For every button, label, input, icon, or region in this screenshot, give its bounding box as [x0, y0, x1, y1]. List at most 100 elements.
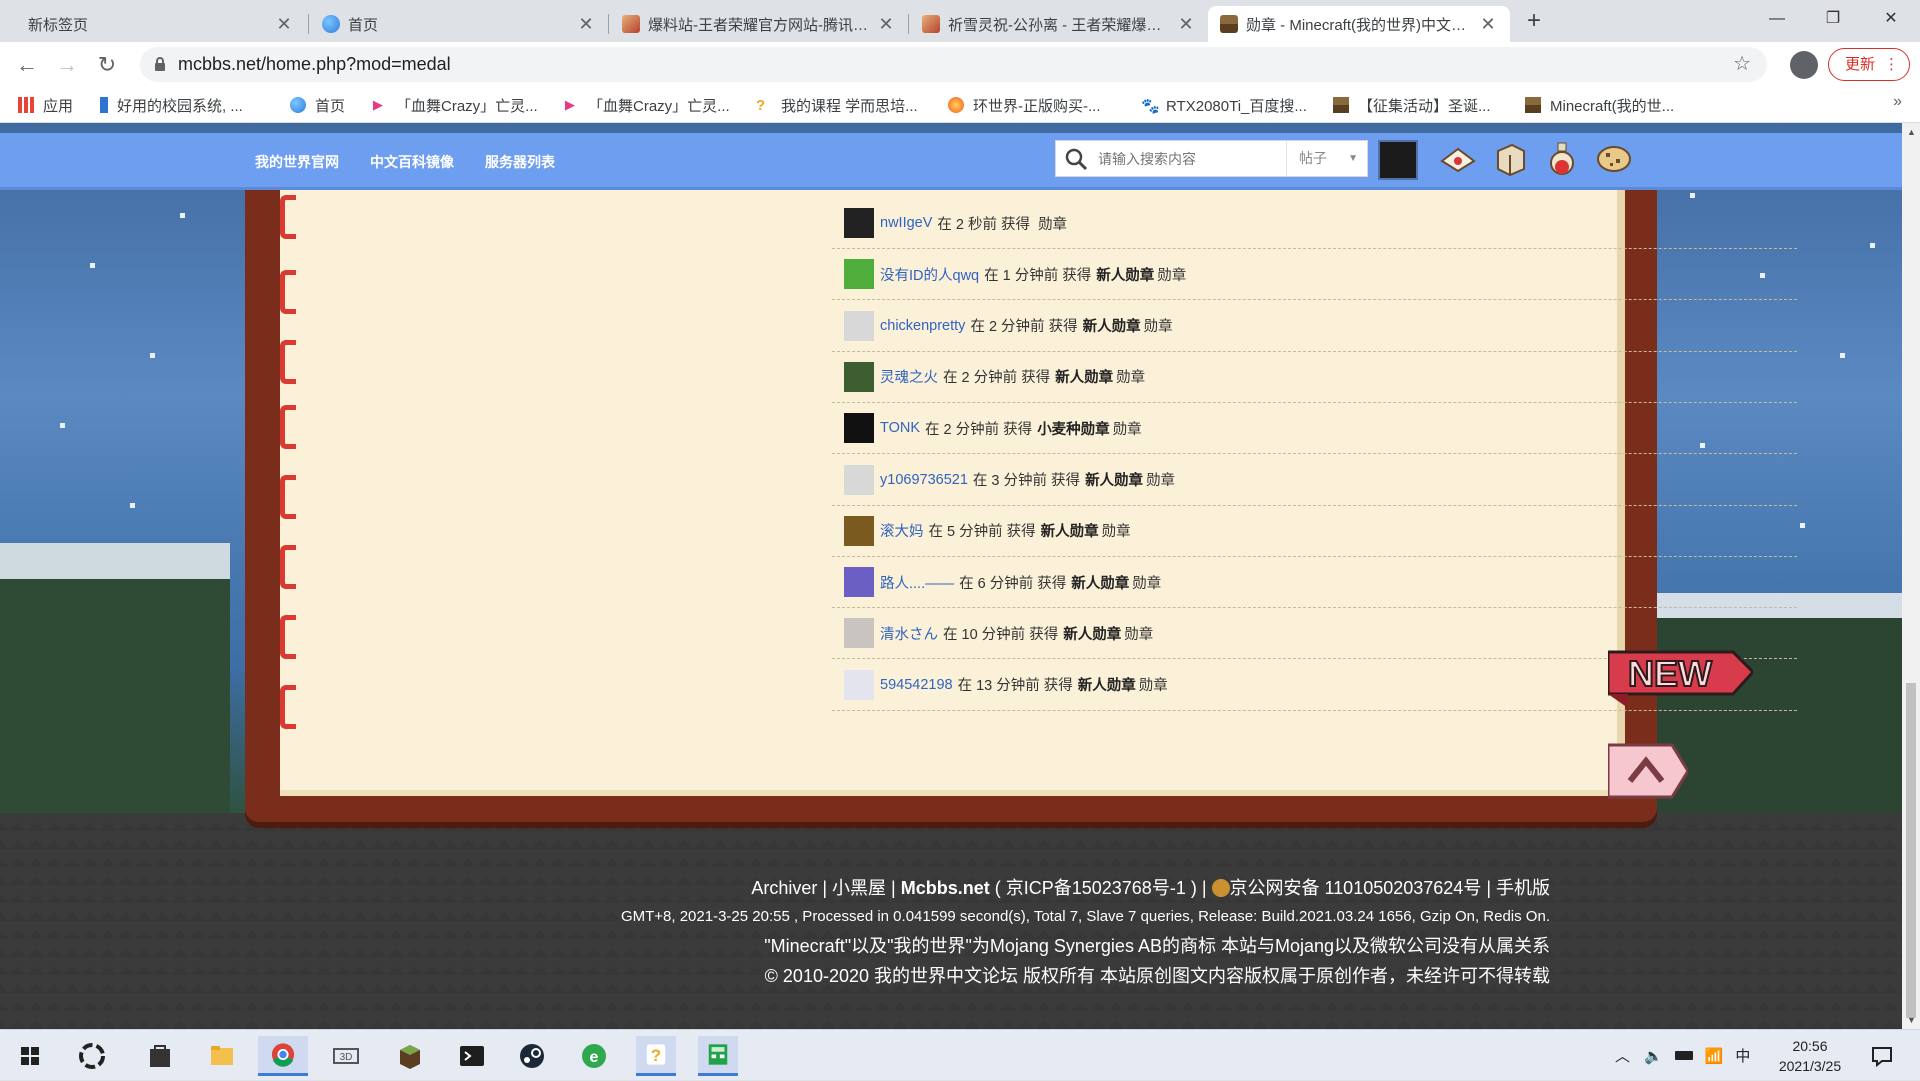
crafting-box-icon[interactable]: [1490, 139, 1530, 179]
medal-name[interactable]: 新人勋章: [1055, 366, 1113, 387]
scrollbar-thumb[interactable]: [1906, 683, 1916, 1018]
user-avatar[interactable]: [844, 208, 874, 238]
minimize-icon[interactable]: —: [1754, 0, 1800, 38]
file-explorer-icon[interactable]: [202, 1036, 242, 1076]
footer-police-record[interactable]: 京公网安备 11010502037624号 | 手机版: [1230, 878, 1551, 898]
search-scope-select[interactable]: 帖子 ▼: [1286, 141, 1368, 176]
close-icon[interactable]: ✕: [876, 14, 896, 35]
nav-server-list[interactable]: 服务器列表: [485, 152, 555, 172]
back-icon[interactable]: ←: [12, 50, 42, 80]
footer-site-link[interactable]: Mcbbs.net: [901, 878, 990, 898]
medal-name[interactable]: 新人勋章: [1085, 469, 1143, 490]
user-link[interactable]: y1069736521: [880, 472, 968, 488]
store-icon[interactable]: [140, 1036, 180, 1076]
search-icon[interactable]: [1064, 147, 1088, 171]
envelope-icon[interactable]: [1438, 139, 1478, 179]
close-icon[interactable]: ✕: [274, 14, 294, 35]
footer-archiver-link[interactable]: Archiver | 小黑屋 |: [751, 878, 900, 898]
forward-icon[interactable]: →: [52, 50, 82, 80]
page-scrollbar[interactable]: ▲ ▼: [1902, 123, 1920, 1029]
bookmark-minecraft[interactable]: Minecraft(我的世...: [1525, 87, 1674, 123]
potion-icon[interactable]: [1542, 139, 1582, 179]
user-link[interactable]: nwIIgeV: [880, 215, 932, 231]
close-icon[interactable]: ✕: [1176, 14, 1196, 35]
address-bar[interactable]: mcbbs.net/home.php?mod=medal ☆: [140, 47, 1767, 82]
update-button[interactable]: 更新 ⋮: [1828, 48, 1910, 81]
user-link[interactable]: chickenpretty: [880, 318, 965, 334]
tab-new-tab[interactable]: 新标签页 ✕: [8, 6, 306, 42]
user-link[interactable]: 灵魂之火: [880, 366, 938, 387]
user-avatar[interactable]: [844, 515, 874, 546]
scroll-down-icon[interactable]: ▼: [1907, 1015, 1916, 1025]
profile-avatar-icon[interactable]: [1790, 51, 1818, 79]
user-avatar[interactable]: [844, 259, 874, 290]
bookmark-baidu[interactable]: 🐾 RTX2080Ti_百度搜...: [1141, 87, 1307, 123]
start-icon[interactable]: [10, 1036, 50, 1076]
reload-icon[interactable]: ↻: [92, 50, 122, 80]
steam-icon[interactable]: [512, 1036, 552, 1076]
taskbar-clock[interactable]: 20:56 2021/3/25: [1770, 1036, 1850, 1076]
medal-name[interactable]: 新人勋章: [1096, 264, 1154, 285]
search-input[interactable]: [1098, 146, 1278, 172]
new-tab-button[interactable]: +: [1520, 8, 1548, 36]
bookmark-xueersi[interactable]: ? 我的课程 学而思培...: [756, 87, 918, 123]
nav-official-site[interactable]: 我的世界官网: [255, 152, 339, 172]
terminal-icon[interactable]: [452, 1036, 492, 1076]
medal-name[interactable]: 新人勋章: [1063, 623, 1121, 644]
user-link[interactable]: 路人....——: [880, 572, 954, 593]
user-avatar[interactable]: [844, 413, 874, 444]
wifi-icon[interactable]: 📶: [1705, 1047, 1724, 1065]
tab-home[interactable]: 首页 ✕: [310, 6, 608, 42]
bookmark-star-icon[interactable]: ☆: [1733, 47, 1751, 82]
ime-indicator[interactable]: 中: [1735, 1045, 1750, 1066]
user-avatar[interactable]: [1378, 140, 1418, 180]
user-avatar[interactable]: [844, 618, 874, 649]
close-icon[interactable]: ✕: [576, 14, 596, 35]
user-link[interactable]: 滚大妈: [880, 520, 924, 541]
user-avatar[interactable]: [844, 310, 874, 341]
tab-honor-leaks[interactable]: 爆料站-王者荣耀官方网站-腾讯游戏 ✕: [610, 6, 908, 42]
user-avatar[interactable]: [844, 361, 874, 392]
bookmark-home[interactable]: 首页: [290, 87, 345, 123]
user-link[interactable]: 594542198: [880, 677, 953, 693]
bookmark-rimworld[interactable]: 环世界-正版购买-...: [948, 87, 1101, 123]
user-link[interactable]: 清水さん: [880, 623, 938, 644]
bookmark-bilibili-2[interactable]: ▶ 「血舞Crazy」亡灵...: [565, 87, 730, 123]
user-link[interactable]: TONK: [880, 420, 920, 436]
window-close-icon[interactable]: ✕: [1868, 0, 1914, 38]
user-avatar[interactable]: [844, 669, 874, 700]
bookmark-christmas[interactable]: 【征集活动】圣诞...: [1333, 87, 1491, 123]
edge-legacy-icon[interactable]: e: [574, 1036, 614, 1076]
search-swirl-icon[interactable]: [72, 1036, 112, 1076]
cookie-icon[interactable]: [1594, 139, 1634, 179]
medal-name[interactable]: 小麦种勋章: [1037, 418, 1110, 439]
scroll-up-icon[interactable]: ▲: [1907, 127, 1916, 137]
back-to-top-ribbon[interactable]: [1608, 741, 1688, 805]
medal-name[interactable]: 新人勋章: [1078, 674, 1136, 695]
user-avatar[interactable]: [844, 464, 874, 495]
medal-name[interactable]: 新人勋章: [1083, 315, 1141, 336]
medal-name[interactable]: 新人勋章: [1071, 572, 1129, 593]
battery-icon[interactable]: [1674, 1051, 1693, 1060]
bookmark-bilibili-1[interactable]: ▶ 「血舞Crazy」亡灵...: [373, 87, 538, 123]
close-icon[interactable]: ✕: [1478, 14, 1498, 35]
bookmark-campus[interactable]: 好用的校园系统, ...: [100, 87, 243, 123]
tray-chevron-up-icon[interactable]: ︿: [1615, 1045, 1630, 1066]
chevron-right-icon[interactable]: »: [1893, 93, 1902, 111]
notification-center-icon[interactable]: [1862, 1036, 1902, 1076]
chrome-icon[interactable]: [258, 1036, 308, 1076]
restore-icon[interactable]: ❐: [1810, 0, 1856, 38]
user-link[interactable]: 没有ID的人qwq: [880, 264, 979, 285]
tab-honor-skin[interactable]: 祈雪灵祝-公孙离 - 王者荣耀爆料站 ✕: [910, 6, 1208, 42]
3d-viewer-icon[interactable]: 3D: [326, 1036, 366, 1076]
medal-name[interactable]: 新人勋章: [1041, 520, 1099, 541]
user-avatar[interactable]: [844, 567, 874, 598]
nav-wiki-mirror[interactable]: 中文百科镜像: [370, 152, 454, 172]
new-ribbon[interactable]: NEW: [1608, 648, 1753, 710]
bookmark-apps[interactable]: 应用: [18, 87, 73, 123]
speaker-icon[interactable]: 🔈: [1644, 1047, 1663, 1065]
xueersi-icon[interactable]: ?: [636, 1036, 676, 1076]
footer-icp[interactable]: ( 京ICP备15023768号-1 ) |: [990, 878, 1212, 898]
minecraft-icon[interactable]: [390, 1036, 430, 1076]
calculator-icon[interactable]: [698, 1036, 738, 1076]
